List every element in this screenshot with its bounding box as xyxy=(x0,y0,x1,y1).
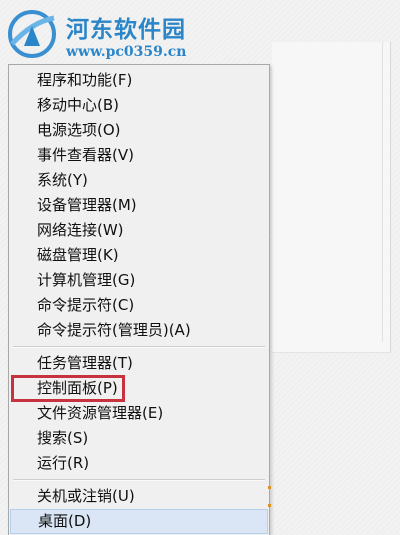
menu-item[interactable]: 控制面板(P) xyxy=(10,376,268,401)
taskbar-accent-dot xyxy=(268,504,271,507)
menu-item[interactable]: 网络连接(W) xyxy=(10,218,268,243)
menu-item[interactable]: 命令提示符(C) xyxy=(10,293,268,318)
watermark-logo-icon xyxy=(8,10,56,58)
watermark-title: 河东软件园 xyxy=(66,16,186,43)
background-window xyxy=(272,42,391,353)
menu-separator xyxy=(13,346,265,348)
menu-item[interactable]: 事件查看器(V) xyxy=(10,143,268,168)
watermark: 河东软件园 www.pc0359.cn xyxy=(0,0,250,66)
watermark-url: www.pc0359.cn xyxy=(66,44,187,60)
menu-item[interactable]: 文件资源管理器(E) xyxy=(10,401,268,426)
desktop-screen: 河东软件园 www.pc0359.cn 程序和功能(F) 移动中心(B) 电源选项(… xyxy=(0,0,400,535)
menu-item[interactable]: 命令提示符(管理员)(A) xyxy=(10,318,268,343)
menu-item[interactable]: 系统(Y) xyxy=(10,168,268,193)
background-window-panel xyxy=(272,42,383,342)
menu-item[interactable]: 移动中心(B) xyxy=(10,93,268,118)
menu-item[interactable]: 关机或注销(U) xyxy=(10,484,268,509)
menu-item[interactable]: 电源选项(O) xyxy=(10,118,268,143)
menu-item[interactable]: 桌面(D) xyxy=(10,509,268,534)
menu-item[interactable]: 运行(R) xyxy=(10,451,268,476)
menu-item[interactable]: 搜索(S) xyxy=(10,426,268,451)
winx-context-menu: 程序和功能(F) 移动中心(B) 电源选项(O) 事件查看器(V) 系统(Y) 设备管理器… xyxy=(8,64,270,535)
menu-item[interactable]: 设备管理器(M) xyxy=(10,193,268,218)
menu-item[interactable]: 计算机管理(G) xyxy=(10,268,268,293)
menu-separator xyxy=(13,479,265,481)
taskbar-accent-dot xyxy=(268,486,271,489)
menu-item[interactable]: 磁盘管理(K) xyxy=(10,243,268,268)
menu-item[interactable]: 任务管理器(T) xyxy=(10,351,268,376)
menu-item[interactable]: 程序和功能(F) xyxy=(10,68,268,93)
